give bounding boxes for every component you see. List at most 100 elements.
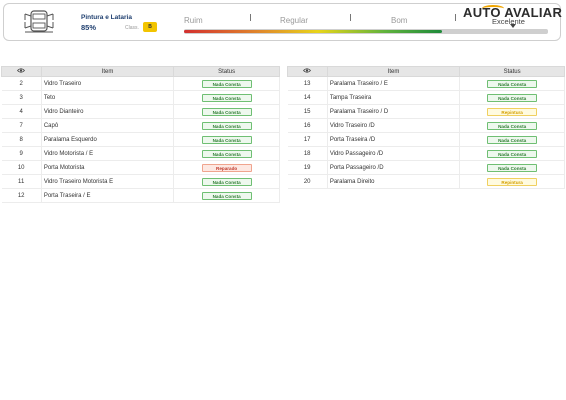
status-badge: Nada Consta bbox=[487, 93, 538, 102]
row-item: Paralama Esquerdo bbox=[40, 132, 175, 147]
class-label: Class. bbox=[125, 25, 139, 31]
row-status: Nada Consta bbox=[459, 118, 565, 133]
row-number: 11 bbox=[1, 174, 42, 189]
row-status: Repintura bbox=[459, 104, 565, 119]
row-status: Nada Consta bbox=[173, 146, 280, 161]
status-badge: Nada Consta bbox=[487, 163, 538, 172]
table-row: 20 Paralama Direito Repintura bbox=[287, 174, 565, 189]
status-badge: Nada Consta bbox=[201, 191, 252, 200]
row-number: 2 bbox=[1, 76, 42, 91]
table-row: 3 Teto Nada Consta bbox=[1, 90, 280, 105]
status-badge: Nada Consta bbox=[201, 79, 252, 88]
row-item: Paralama Direito bbox=[326, 174, 461, 189]
status-badge: Reparado bbox=[201, 163, 252, 172]
row-number: 16 bbox=[287, 118, 328, 133]
row-status: Nada Consta bbox=[173, 132, 280, 147]
row-number: 13 bbox=[287, 76, 328, 91]
inspection-table-left: Item Status 2 Vidro Traseiro Nada Consta 3 T… bbox=[1, 66, 280, 203]
table-header-status: Status bbox=[459, 66, 565, 77]
car-body-icon bbox=[24, 10, 54, 33]
row-status: Nada Consta bbox=[173, 174, 280, 189]
status-badge: Repintura bbox=[487, 177, 538, 186]
status-badge: Nada Consta bbox=[487, 121, 538, 130]
row-item: Vidro Motorista / E bbox=[40, 146, 175, 161]
row-item: Porta Passageiro /D bbox=[326, 160, 461, 175]
table-row: 7 Capô Nada Consta bbox=[1, 118, 280, 133]
status-badge: Nada Consta bbox=[201, 121, 252, 130]
row-status: Repintura bbox=[459, 174, 565, 189]
status-badge: Nada Consta bbox=[487, 149, 538, 158]
row-item: Porta Traseira /D bbox=[326, 132, 461, 147]
row-item: Vidro Traseiro /D bbox=[326, 118, 461, 133]
row-item: Vidro Dianteiro bbox=[40, 104, 175, 119]
eye-icon bbox=[303, 68, 312, 74]
scale-label-bom: Bom bbox=[391, 16, 408, 25]
inspection-table-right: Item Status 13 Paralama Traseiro / E Nada … bbox=[287, 66, 565, 189]
row-item: Porta Traseira / E bbox=[40, 188, 175, 203]
row-status: Nada Consta bbox=[173, 76, 280, 91]
scale-divider bbox=[350, 14, 351, 21]
row-item: Porta Motorista bbox=[40, 160, 175, 175]
row-number: 8 bbox=[1, 132, 42, 147]
status-badge: Nada Consta bbox=[201, 93, 252, 102]
row-number: 14 bbox=[287, 90, 328, 105]
table-header-row: Item Status bbox=[287, 66, 565, 77]
row-status: Nada Consta bbox=[459, 160, 565, 175]
row-status: Nada Consta bbox=[173, 188, 280, 203]
row-status: Nada Consta bbox=[459, 76, 565, 91]
table-row: 15 Paralama Traseiro / D Repintura bbox=[287, 104, 565, 119]
scale-divider bbox=[250, 14, 251, 21]
table-row: 14 Tampa Traseira Nada Consta bbox=[287, 90, 565, 105]
eye-icon bbox=[17, 68, 26, 74]
row-number: 10 bbox=[1, 160, 42, 175]
table-row: 16 Vidro Traseiro /D Nada Consta bbox=[287, 118, 565, 133]
scale-divider bbox=[455, 14, 456, 21]
status-badge: Nada Consta bbox=[201, 177, 252, 186]
row-item: Paralama Traseiro / E bbox=[326, 76, 461, 91]
score-bar bbox=[184, 29, 548, 34]
table-row: 18 Vidro Passageiro /D Nada Consta bbox=[287, 146, 565, 161]
table-header-item: Item bbox=[40, 66, 175, 77]
score-bar-fill bbox=[184, 30, 443, 33]
row-number: 7 bbox=[1, 118, 42, 133]
row-number: 9 bbox=[1, 146, 42, 161]
row-status: Nada Consta bbox=[459, 132, 565, 147]
row-number: 18 bbox=[287, 146, 328, 161]
row-status: Nada Consta bbox=[459, 146, 565, 161]
scale-label-regular: Regular bbox=[280, 16, 309, 25]
row-status: Nada Consta bbox=[173, 118, 280, 133]
table-row: 13 Paralama Traseiro / E Nada Consta bbox=[287, 76, 565, 91]
summary-card: Pintura e Lataria 85% Class. B Ruim Regu… bbox=[3, 3, 562, 41]
status-badge: Nada Consta bbox=[487, 135, 538, 144]
class-badge: B bbox=[143, 22, 157, 32]
table-header-row: Item Status bbox=[1, 66, 280, 77]
status-badge: Nada Consta bbox=[201, 107, 252, 116]
row-item: Teto bbox=[40, 90, 175, 105]
row-status: Nada Consta bbox=[459, 90, 565, 105]
table-row: 12 Porta Traseira / E Nada Consta bbox=[1, 188, 280, 203]
row-item: Paralama Traseiro / D bbox=[326, 104, 461, 119]
row-status: Reparado bbox=[173, 160, 280, 175]
row-number: 3 bbox=[1, 90, 42, 105]
row-item: Vidro Traseiro Motorista E bbox=[40, 174, 175, 189]
row-item: Vidro Passageiro /D bbox=[326, 146, 461, 161]
row-number: 4 bbox=[1, 104, 42, 119]
scale-label-ruim: Ruim bbox=[184, 16, 203, 25]
table-row: 2 Vidro Traseiro Nada Consta bbox=[1, 76, 280, 91]
row-number: 20 bbox=[287, 174, 328, 189]
rating-text: Excelente bbox=[492, 17, 525, 26]
row-item: Vidro Traseiro bbox=[40, 76, 175, 91]
status-badge: Nada Consta bbox=[201, 149, 252, 158]
table-header-status: Status bbox=[173, 66, 280, 77]
section-title: Pintura e Lataria bbox=[81, 14, 132, 21]
table-header-icon bbox=[287, 66, 328, 77]
row-number: 15 bbox=[287, 104, 328, 119]
table-row: 4 Vidro Dianteiro Nada Consta bbox=[1, 104, 280, 119]
table-header-icon bbox=[1, 66, 42, 77]
table-row: 10 Porta Motorista Reparado bbox=[1, 160, 280, 175]
table-row: 8 Paralama Esquerdo Nada Consta bbox=[1, 132, 280, 147]
table-row: 9 Vidro Motorista / E Nada Consta bbox=[1, 146, 280, 161]
table-row: 17 Porta Traseira /D Nada Consta bbox=[287, 132, 565, 147]
row-number: 17 bbox=[287, 132, 328, 147]
row-status: Nada Consta bbox=[173, 104, 280, 119]
